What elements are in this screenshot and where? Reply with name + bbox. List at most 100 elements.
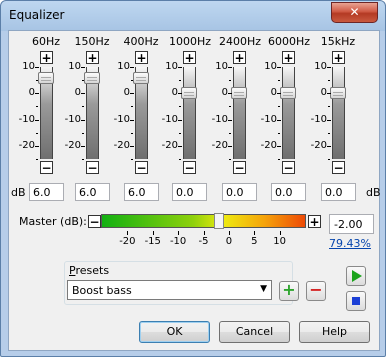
master-value-input[interactable]: -2.00 (329, 214, 374, 234)
band-value-input[interactable]: 0.0 (172, 183, 207, 201)
cancel-button[interactable]: Cancel (219, 321, 290, 343)
band-scale-label: -20 (211, 139, 228, 151)
band-scale-tick (130, 93, 134, 95)
band-frequency-label: 150Hz (74, 35, 110, 48)
band-scale-label: -10 (310, 113, 327, 125)
band-scale-tick (178, 67, 182, 68)
band-plus-button[interactable]: + (282, 51, 295, 64)
band-plus-button[interactable]: + (135, 51, 148, 64)
band-scale-label: 0 (28, 87, 35, 99)
band-minus-button[interactable]: − (233, 161, 246, 174)
band-value-input[interactable]: 6.0 (75, 183, 110, 201)
band-gain-slider[interactable] (183, 67, 196, 159)
band-scale-label: 10 (215, 61, 228, 72)
master-scale-tick (127, 231, 129, 235)
band-minus-button[interactable]: − (135, 161, 148, 174)
db-label: dB (11, 186, 26, 199)
band-minus-button[interactable]: − (86, 161, 99, 174)
band-minor-tick (179, 132, 181, 134)
band-scale-label: -20 (64, 139, 81, 151)
close-button[interactable]: ✕ (331, 2, 378, 23)
band-scale-tick (228, 119, 232, 121)
band-slider-thumb[interactable] (38, 71, 54, 84)
band-scale-label: 0 (123, 87, 130, 99)
window-title: Equalizer (9, 8, 65, 22)
band-frequency-label: 2400Hz (219, 35, 262, 48)
master-scale-label: -20 (119, 236, 136, 247)
band-plus-button[interactable]: + (40, 51, 53, 64)
band-value-input[interactable]: 0.0 (321, 183, 356, 201)
stop-button[interactable] (346, 291, 366, 311)
band-scale-label: -20 (260, 139, 277, 151)
client-area: Master (dB): − + -20 -15 -10 -5 0 5 10 -2.00 7… (8, 30, 381, 351)
band-plus-button[interactable]: + (183, 51, 196, 64)
band-minus-button[interactable]: − (183, 161, 196, 174)
band-value-input[interactable]: 6.0 (124, 183, 159, 201)
equalizer-window: Equalizer ✕ Master (dB): − + -20 -15 -10 -5… (0, 0, 386, 357)
master-plus-button[interactable]: + (308, 215, 321, 228)
band-scale-tick (81, 93, 85, 95)
band-frequency-label: 15kHz (320, 35, 356, 48)
master-percent-link[interactable]: 79.43% (329, 237, 371, 250)
master-scale-label: -5 (198, 236, 209, 247)
master-slider-thumb[interactable] (213, 213, 224, 229)
band-scale-tick (277, 93, 281, 95)
band-minor-tick (179, 159, 181, 160)
band-minor-tick (36, 106, 38, 108)
band-plus-button[interactable]: + (86, 51, 99, 64)
chevron-down-icon: ▼ (260, 284, 267, 294)
band-gain-slider[interactable] (233, 67, 246, 159)
band-scale-label: -20 (113, 139, 130, 151)
master-scale-label: 10 (273, 236, 286, 247)
band-slider-thumb[interactable] (330, 87, 346, 100)
band-scale-label: -10 (260, 113, 277, 125)
band-scale-label: 0 (74, 87, 81, 99)
band-scale-label: 10 (68, 61, 81, 72)
band-gain-slider[interactable] (332, 67, 345, 159)
band-scale-label: 0 (320, 87, 327, 99)
band-minus-button[interactable]: − (332, 161, 345, 174)
add-preset-button[interactable]: + (279, 281, 299, 301)
master-gain-slider[interactable] (101, 214, 306, 228)
band-gain-slider[interactable] (282, 67, 295, 159)
band-plus-button[interactable]: + (332, 51, 345, 64)
band-value-input[interactable]: 0.0 (271, 183, 306, 201)
band-slider-thumb[interactable] (280, 87, 296, 100)
band-slider-thumb[interactable] (84, 71, 100, 84)
presets-dropdown[interactable]: Boost bass ▼ (67, 280, 272, 300)
remove-preset-button[interactable]: − (306, 281, 326, 301)
band-minus-button[interactable]: − (282, 161, 295, 174)
band-value-input[interactable]: 0.0 (222, 183, 257, 201)
stop-icon (352, 297, 360, 305)
presets-selected-value: Boost bass (72, 284, 132, 297)
band-minus-button[interactable]: − (40, 161, 53, 174)
band-minor-tick (36, 159, 38, 160)
master-scale-label: -10 (169, 236, 187, 247)
band-minor-tick (82, 80, 84, 82)
band-slider-thumb[interactable] (133, 71, 149, 84)
band-frequency-label: 60Hz (31, 35, 61, 48)
band-minor-tick (328, 159, 330, 160)
ok-button[interactable]: OK (139, 321, 210, 343)
band-scale-tick (228, 93, 232, 95)
band-scale-label: 0 (270, 87, 277, 99)
band-slider-thumb[interactable] (231, 87, 247, 100)
band-minor-tick (229, 106, 231, 108)
band-slider-thumb[interactable] (181, 87, 197, 100)
play-button[interactable] (346, 266, 366, 286)
band-scale-tick (178, 145, 182, 147)
master-scale-label: -15 (144, 236, 161, 247)
help-button[interactable]: Help (299, 321, 370, 343)
band-scale-tick (277, 67, 281, 68)
band-scale-label: -10 (211, 113, 228, 125)
band-value-input[interactable]: 6.0 (29, 183, 64, 201)
band-scale-label: 10 (117, 61, 130, 72)
band-minor-tick (278, 106, 280, 108)
play-icon (352, 270, 362, 282)
band-scale-tick (81, 119, 85, 121)
band-plus-button[interactable]: + (233, 51, 246, 64)
band-scale-tick (327, 145, 331, 147)
master-scale-tick (152, 231, 154, 235)
title-bar[interactable]: Equalizer ✕ (1, 1, 385, 29)
master-minus-button[interactable]: − (88, 215, 101, 228)
